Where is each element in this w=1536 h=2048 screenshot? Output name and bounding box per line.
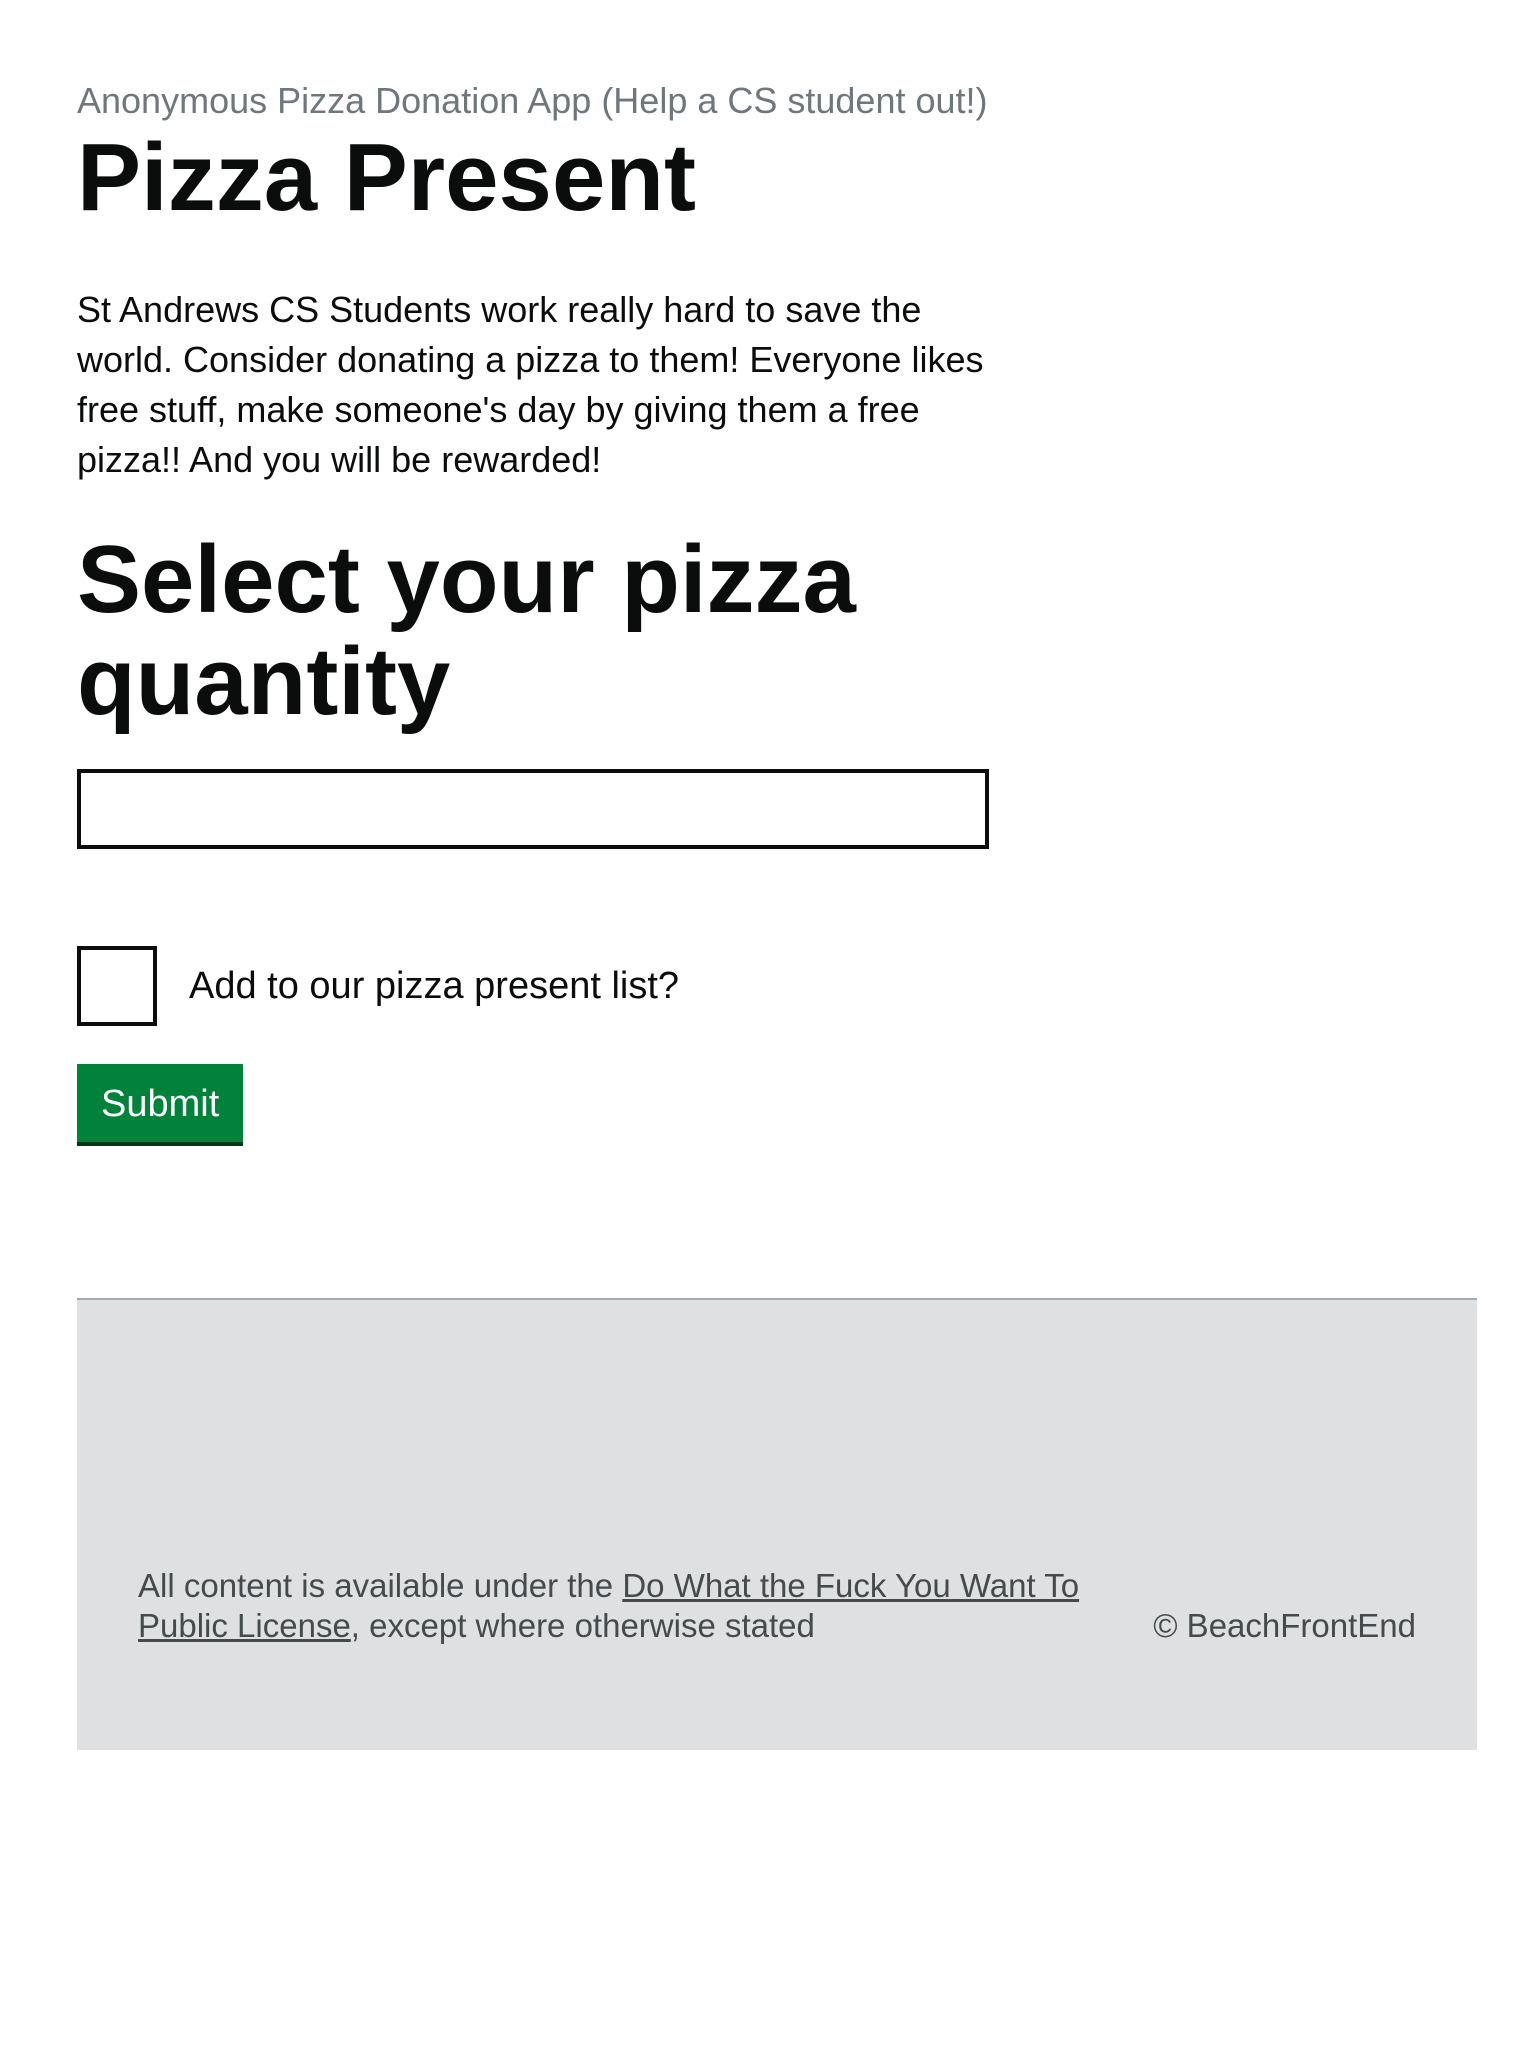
present-list-checkbox[interactable] <box>77 946 157 1026</box>
pizza-form: Select your pizza quantity Add to our pi… <box>77 529 989 1142</box>
license-prefix: All content is available under the <box>138 1567 623 1604</box>
present-list-option[interactable]: Add to our pizza present list? <box>77 946 989 1026</box>
footer: All content is available under the Do Wh… <box>77 1298 1477 1750</box>
footer-copyright: © BeachFrontEnd <box>1153 1607 1416 1644</box>
page-title: Pizza Present <box>77 124 696 231</box>
main-content: Anonymous Pizza Donation App (Help a CS … <box>77 76 989 1142</box>
submit-button[interactable]: Submit <box>77 1064 244 1142</box>
quantity-heading: Select your pizza quantity <box>77 526 856 735</box>
quantity-input[interactable] <box>77 769 989 849</box>
footer-license-text: All content is available under the Do Wh… <box>138 1566 1138 1646</box>
license-suffix: , except where otherwise stated <box>350 1607 815 1644</box>
intro-text: St Andrews CS Students work really hard … <box>77 289 984 480</box>
page-caption: Anonymous Pizza Donation App (Help a CS … <box>77 80 988 121</box>
present-list-checkbox-label[interactable]: Add to our pizza present list? <box>189 961 679 1011</box>
